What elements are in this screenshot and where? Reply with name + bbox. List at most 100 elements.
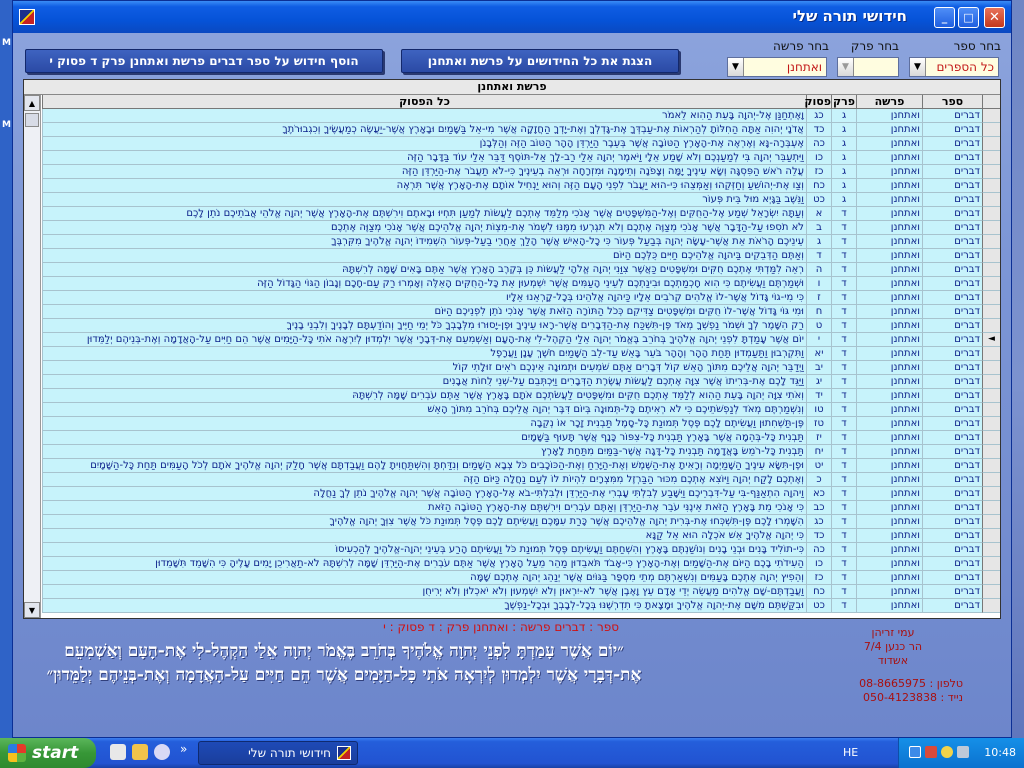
cell-parsha[interactable]: ואתחנן	[856, 165, 922, 179]
table-row[interactable]: דברים ואתחנן ד ו וּשְׁמַרְתֶּם וַעֲשִׂיתֶם כ…	[42, 277, 1000, 291]
table-row[interactable]: דברים ואתחנן ד כח וַעֲבַדְתֶּם-שָׁם אֱלֹהִים…	[42, 585, 1000, 599]
cell-parsha[interactable]: ואתחנן	[856, 459, 922, 473]
cell-text[interactable]: וְצַו אֶת-יְהוֹשֻׁעַ וְחַזְּקֵהוּ וְאַמְ…	[42, 179, 806, 193]
row-selector[interactable]	[982, 585, 1000, 599]
scroll-thumb[interactable]	[25, 113, 39, 127]
messenger-icon[interactable]	[941, 746, 953, 758]
cell-text[interactable]: כִּי-תוֹלִיד בָּנִים וּבְנֵי בָנִים וְנו…	[42, 543, 806, 557]
row-selector[interactable]	[982, 501, 1000, 515]
table-row[interactable]: דברים ואתחנן ד יג וַיַּגֵּד לָכֶם אֶת-בְּרִי…	[42, 375, 1000, 389]
cell-book[interactable]: דברים	[922, 263, 982, 277]
table-row[interactable]: דברים ואתחנן ד יח תַּבְנִית כָּל-רֹמֵשׂ בָּא…	[42, 445, 1000, 459]
cell-parsha[interactable]: ואתחנן	[856, 305, 922, 319]
cell-text[interactable]: וְאֶתְכֶם לָקַח יְהוָה וַיּוֹצִא אֶתְכֶם…	[42, 473, 806, 487]
cell-verse[interactable]: יז	[806, 431, 831, 445]
table-row[interactable]: דברים ואתחנן ד ז כִּי מִי-גוֹי גָּדוֹל אֲשֶׁ…	[42, 291, 1000, 305]
cell-text[interactable]: הַעִידֹתִי בָכֶם הַיּוֹם אֶת-הַשָּׁמַיִם…	[42, 557, 806, 571]
cell-text[interactable]: וַיִּתְעַבֵּר יְהוָה בִּי לְמַעַנְכֶם וְ…	[42, 151, 806, 165]
cell-text[interactable]: רַק הִשָּׁמֶר לְךָ וּשְׁמֹר נַפְשְׁךָ מְ…	[42, 319, 806, 333]
cell-book[interactable]: דברים	[922, 445, 982, 459]
cell-chapter[interactable]: ד	[831, 375, 856, 389]
cell-text[interactable]: עֵינֵיכֶם הָרֹאֹת אֵת אֲשֶׁר-עָשָׂה יְהו…	[42, 235, 806, 249]
cell-verse[interactable]: יב	[806, 361, 831, 375]
table-row[interactable]: דברים ואתחנן ד יט וּפֶן-תִּשָּׂא עֵינֶיךָ הַ…	[42, 459, 1000, 473]
app-icon[interactable]	[19, 9, 35, 25]
cell-verse[interactable]: ה	[806, 263, 831, 277]
cell-verse[interactable]: כד	[806, 529, 831, 543]
cell-chapter[interactable]: ד	[831, 557, 856, 571]
network-icon[interactable]	[909, 746, 921, 758]
minimize-button[interactable]: _	[934, 7, 955, 28]
cell-book[interactable]: דברים	[922, 599, 982, 613]
row-selector[interactable]	[982, 291, 1000, 305]
chevron-down-icon[interactable]: ▼	[728, 58, 744, 76]
table-row[interactable]: דברים ואתחנן ד יז תַּבְנִית כָּל-בְּהֵמָה אֲ…	[42, 431, 1000, 445]
cell-verse[interactable]: יח	[806, 445, 831, 459]
cell-chapter[interactable]: ד	[831, 221, 856, 235]
cell-parsha[interactable]: ואתחנן	[856, 291, 922, 305]
row-selector[interactable]	[982, 515, 1000, 529]
row-selector[interactable]	[982, 361, 1000, 375]
header-verse[interactable]: פסוק	[804, 95, 831, 108]
cell-parsha[interactable]: ואתחנן	[856, 403, 922, 417]
security-icon[interactable]	[925, 746, 937, 758]
row-selector[interactable]	[982, 263, 1000, 277]
row-selector[interactable]	[982, 529, 1000, 543]
cell-book[interactable]: דברים	[922, 375, 982, 389]
table-row[interactable]: דברים ואתחנן ג כג וָאֶתְחַנַּן אֶל-יְהוָה בָ…	[42, 109, 1000, 123]
cell-verse[interactable]: ח	[806, 305, 831, 319]
table-row[interactable]: דברים ואתחנן ג כד אֲדֹנָי יְהוִה אַתָּה הַחִ…	[42, 123, 1000, 137]
cell-text[interactable]: הִשָּׁמְרוּ לָכֶם פֶּן-תִּשְׁכְּחוּ אֶת-…	[42, 515, 806, 529]
cell-chapter[interactable]: ג	[831, 109, 856, 123]
cell-verse[interactable]: כ	[806, 473, 831, 487]
cell-chapter[interactable]: ד	[831, 361, 856, 375]
cell-parsha[interactable]: ואתחנן	[856, 333, 922, 347]
book-select[interactable]: כל הספרים ▼	[909, 57, 999, 77]
cell-parsha[interactable]: ואתחנן	[856, 389, 922, 403]
title-bar[interactable]: חידושי תורה שלי _ □ ✕	[13, 1, 1011, 33]
cell-parsha[interactable]: ואתחנן	[856, 263, 922, 277]
cell-chapter[interactable]: ד	[831, 515, 856, 529]
browser-icon[interactable]	[110, 744, 126, 760]
table-row[interactable]: דברים ואתחנן ד טו וְנִשְׁמַרְתֶּם מְאֹד לְנַ…	[42, 403, 1000, 417]
table-row[interactable]: דברים ואתחנן ד יד וְאֹתִי צִוָּה יְהוָה בָּע…	[42, 389, 1000, 403]
cell-book[interactable]: דברים	[922, 305, 982, 319]
cell-parsha[interactable]: ואתחנן	[856, 361, 922, 375]
cell-book[interactable]: דברים	[922, 151, 982, 165]
cell-text[interactable]: פֶּן-תַּשְׁחִתוּן וַעֲשִׂיתֶם לָכֶם פֶּס…	[42, 417, 806, 431]
cell-book[interactable]: דברים	[922, 249, 982, 263]
cell-text[interactable]: וַנֵּשֶׁב בַּגָּיְא מוּל בֵּית פְּעוֹר	[42, 193, 806, 207]
header-book[interactable]: ספר	[922, 95, 982, 108]
volume-icon[interactable]	[957, 746, 969, 758]
cell-verse[interactable]: כד	[806, 123, 831, 137]
row-selector[interactable]	[982, 543, 1000, 557]
row-selector[interactable]	[982, 347, 1000, 361]
cell-parsha[interactable]: ואתחנן	[856, 571, 922, 585]
cell-parsha[interactable]: ואתחנן	[856, 529, 922, 543]
cell-verse[interactable]: כו	[806, 151, 831, 165]
cell-parsha[interactable]: ואתחנן	[856, 599, 922, 613]
row-selector[interactable]	[982, 375, 1000, 389]
cell-text[interactable]: וּבִקַּשְׁתֶּם מִשָּׁם אֶת-יְהוָה אֱלֹהֶ…	[42, 599, 806, 613]
cell-text[interactable]: וּשְׁמַרְתֶּם וַעֲשִׂיתֶם כִּי הִוא חָכְ…	[42, 277, 806, 291]
cell-book[interactable]: דברים	[922, 543, 982, 557]
cell-parsha[interactable]: ואתחנן	[856, 487, 922, 501]
maximize-button[interactable]: □	[958, 7, 979, 28]
cell-verse[interactable]: א	[806, 207, 831, 221]
row-selector[interactable]	[982, 571, 1000, 585]
row-selector[interactable]	[982, 165, 1000, 179]
cell-parsha[interactable]: ואתחנן	[856, 277, 922, 291]
cell-book[interactable]: דברים	[922, 403, 982, 417]
row-selector[interactable]	[982, 277, 1000, 291]
cell-chapter[interactable]: ד	[831, 277, 856, 291]
cell-parsha[interactable]: ואתחנן	[856, 431, 922, 445]
cell-verse[interactable]: י	[806, 333, 831, 347]
cell-text[interactable]: עֲלֵה רֹאשׁ הַפִּסְגָּה וְשָׂא עֵינֶיךָ …	[42, 165, 806, 179]
cell-text[interactable]: כִּי יְהוָה אֱלֹהֶיךָ אֵשׁ אֹכְלָה הוּא …	[42, 529, 806, 543]
cell-verse[interactable]: כח	[806, 179, 831, 193]
row-selector[interactable]	[982, 151, 1000, 165]
cell-text[interactable]: כִּי אָנֹכִי מֵת בָּאָרֶץ הַזֹּאת אֵינֶנ…	[42, 501, 806, 515]
table-row[interactable]: דברים ואתחנן ד כט וּבִקַּשְׁתֶּם מִשָּׁם אֶת…	[42, 599, 1000, 613]
table-row[interactable]: דברים ואתחנן ד ח וּמִי גּוֹי גָּדוֹל אֲשֶׁר-…	[42, 305, 1000, 319]
row-selector[interactable]	[982, 473, 1000, 487]
